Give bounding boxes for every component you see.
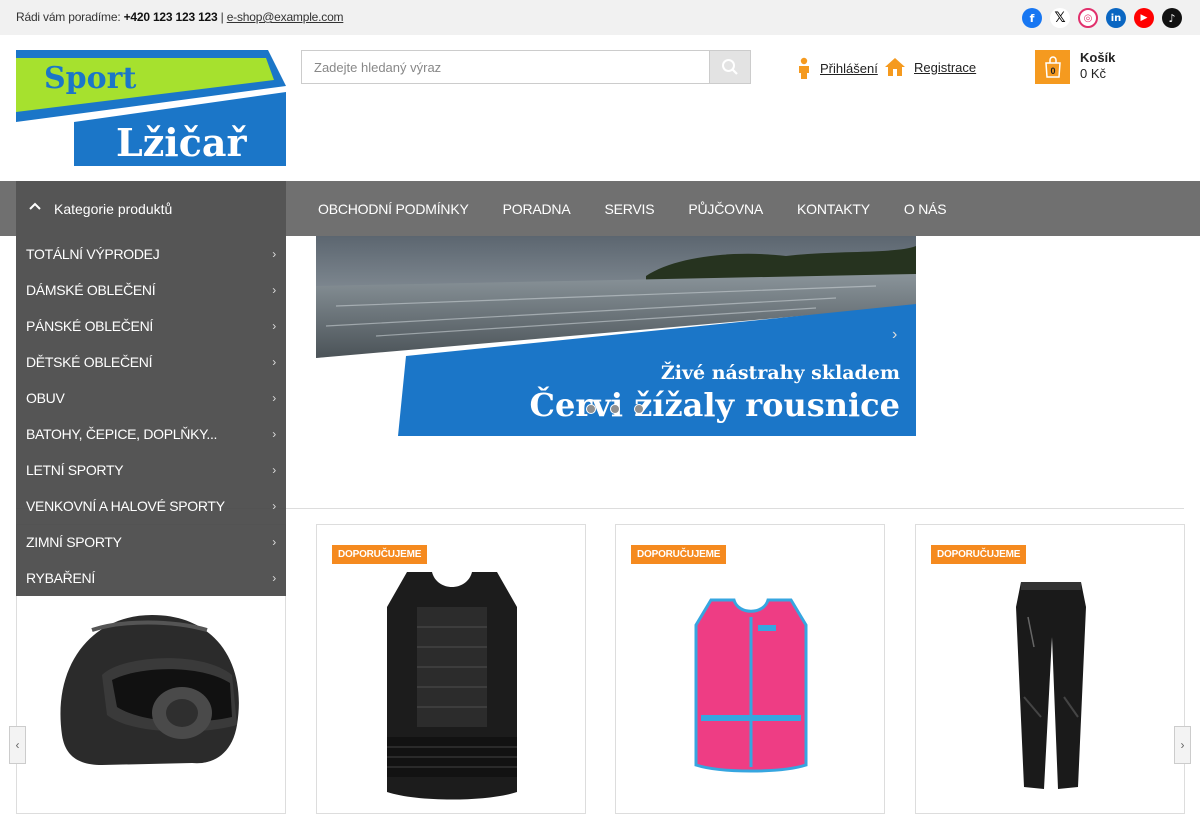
recommended-badge: DOPORUČUJEME	[332, 545, 428, 564]
nav-link-rental[interactable]: PŮJČOVNA	[671, 201, 780, 217]
chevron-right-icon: ›	[272, 391, 276, 405]
recommended-badge: DOPORUČUJEME	[631, 545, 727, 564]
tiktok-icon[interactable]: ♪	[1162, 8, 1182, 28]
main-nav: Kategorie produktů OBCHODNÍ PODMÍNKY POR…	[0, 181, 1200, 236]
top-bar: Rádi vám poradíme: +420 123 123 123 | e-…	[0, 0, 1200, 35]
category-item[interactable]: BATOHY, ČEPICE, DOPLŇKY... ›	[16, 416, 286, 452]
category-label: RYBAŘENÍ	[26, 570, 95, 586]
cart-widget[interactable]: 0 Košík 0 Kč	[1035, 50, 1115, 84]
category-item[interactable]: LETNÍ SPORTY ›	[16, 452, 286, 488]
category-toggle[interactable]: Kategorie produktů	[16, 181, 286, 236]
nav-link-contacts[interactable]: KONTAKTY	[780, 201, 887, 217]
nav-links: OBCHODNÍ PODMÍNKY PORADNA SERVIS PŮJČOVN…	[301, 181, 963, 236]
product-card[interactable]: DOPORUČUJEME	[316, 524, 586, 814]
product-image-pink-vest	[694, 598, 808, 773]
contact-separator: |	[220, 10, 224, 24]
instagram-icon[interactable]: ◎	[1078, 8, 1098, 28]
banner-line1: Živé nástrahy skladem	[661, 361, 900, 384]
product-image-pants	[1016, 582, 1086, 789]
cart-total: 0 Kč	[1080, 66, 1107, 81]
chevron-right-icon: ›	[272, 571, 276, 585]
cart-count: 0	[1050, 66, 1055, 76]
category-menu: TOTÁLNÍ VÝPRODEJ › DÁMSKÉ OBLEČENÍ › PÁNSK…	[16, 236, 286, 596]
site-logo[interactable]: Sport Lžičař	[16, 50, 286, 166]
youtube-icon[interactable]: ▶	[1134, 8, 1154, 28]
category-item[interactable]: TOTÁLNÍ VÝPRODEJ ›	[16, 236, 286, 272]
chevron-up-icon	[29, 202, 41, 210]
category-label: OBUV	[26, 390, 65, 406]
x-icon[interactable]: 𝕏	[1050, 8, 1070, 28]
category-item[interactable]: ZIMNÍ SPORTY ›	[16, 524, 286, 560]
chevron-right-icon: ›	[272, 463, 276, 477]
chevron-right-icon: ›	[272, 283, 276, 297]
category-label: ZIMNÍ SPORTY	[26, 534, 122, 550]
facebook-icon[interactable]: f	[1022, 8, 1042, 28]
logo-line2: Lžičař	[116, 120, 247, 165]
person-icon	[799, 57, 809, 79]
chevron-right-icon: ›	[272, 355, 276, 369]
chevron-right-icon: ›	[272, 427, 276, 441]
category-toggle-label: Kategorie produktů	[54, 200, 173, 217]
product-card[interactable]: DOPORUČUJEME	[915, 524, 1185, 814]
email-link[interactable]: e-shop@example.com	[227, 10, 344, 24]
category-label: BATOHY, ČEPICE, DOPLŇKY...	[26, 426, 218, 442]
banner-next-arrow[interactable]: ›	[892, 326, 897, 344]
chevron-right-icon: ›	[272, 499, 276, 513]
nav-link-terms[interactable]: OBCHODNÍ PODMÍNKY	[301, 201, 486, 217]
cart-title: Košík	[1080, 50, 1116, 65]
chevron-right-icon: ›	[272, 319, 276, 333]
search-icon	[722, 59, 738, 75]
contact-info: Rádi vám poradíme: +420 123 123 123 | e-…	[16, 10, 344, 24]
product-image-helmet	[60, 615, 239, 765]
search-button[interactable]	[709, 50, 751, 84]
register-label[interactable]: Registrace	[914, 60, 976, 75]
house-icon	[885, 58, 905, 76]
chevron-right-icon: ›	[272, 247, 276, 261]
category-item[interactable]: DĚTSKÉ OBLEČENÍ ›	[16, 344, 286, 380]
products-next-button[interactable]: ›	[1174, 726, 1191, 764]
contact-prefix: Rádi vám poradíme:	[16, 10, 121, 24]
category-item[interactable]: VENKOVNÍ A HALOVÉ SPORTY ›	[16, 488, 286, 524]
category-item[interactable]: PÁNSKÉ OBLEČENÍ ›	[16, 308, 286, 344]
category-item[interactable]: RYBAŘENÍ ›	[16, 560, 286, 596]
nav-link-service[interactable]: SERVIS	[587, 201, 671, 217]
product-image-back-protector	[387, 572, 517, 800]
recommended-badge: DOPORUČUJEME	[931, 545, 1027, 564]
nav-link-about[interactable]: O NÁS	[887, 201, 964, 217]
social-links: f 𝕏 ◎ in ▶ ♪	[1022, 8, 1182, 28]
login-label[interactable]: Přihlášení	[820, 61, 878, 76]
banner-dot[interactable]	[586, 404, 596, 414]
phone-number[interactable]: +420 123 123 123	[124, 10, 218, 24]
banner-pagination	[586, 404, 644, 414]
category-label: DĚTSKÉ OBLEČENÍ	[26, 354, 153, 370]
nav-link-advice[interactable]: PORADNA	[486, 201, 588, 217]
cart-icon: 0	[1035, 50, 1070, 84]
search-input[interactable]	[301, 50, 709, 84]
products-prev-button[interactable]: ‹	[9, 726, 26, 764]
banner-dot[interactable]	[610, 404, 620, 414]
category-label: VENKOVNÍ A HALOVÉ SPORTY	[26, 498, 225, 514]
category-label: LETNÍ SPORTY	[26, 462, 124, 478]
register-link[interactable]: Registrace	[884, 57, 976, 77]
category-item[interactable]: OBUV ›	[16, 380, 286, 416]
chevron-right-icon: ›	[272, 535, 276, 549]
category-label: DÁMSKÉ OBLEČENÍ	[26, 282, 156, 298]
login-link[interactable]: Přihlášení	[796, 57, 878, 79]
search-bar	[301, 50, 751, 84]
banner-dot[interactable]	[634, 404, 644, 414]
category-label: PÁNSKÉ OBLEČENÍ	[26, 318, 153, 334]
linkedin-icon[interactable]: in	[1106, 8, 1126, 28]
category-label: TOTÁLNÍ VÝPRODEJ	[26, 246, 160, 262]
category-item[interactable]: DÁMSKÉ OBLEČENÍ ›	[16, 272, 286, 308]
product-card[interactable]: DOPORUČUJEME	[615, 524, 885, 814]
logo-line1: Sport	[44, 61, 136, 96]
